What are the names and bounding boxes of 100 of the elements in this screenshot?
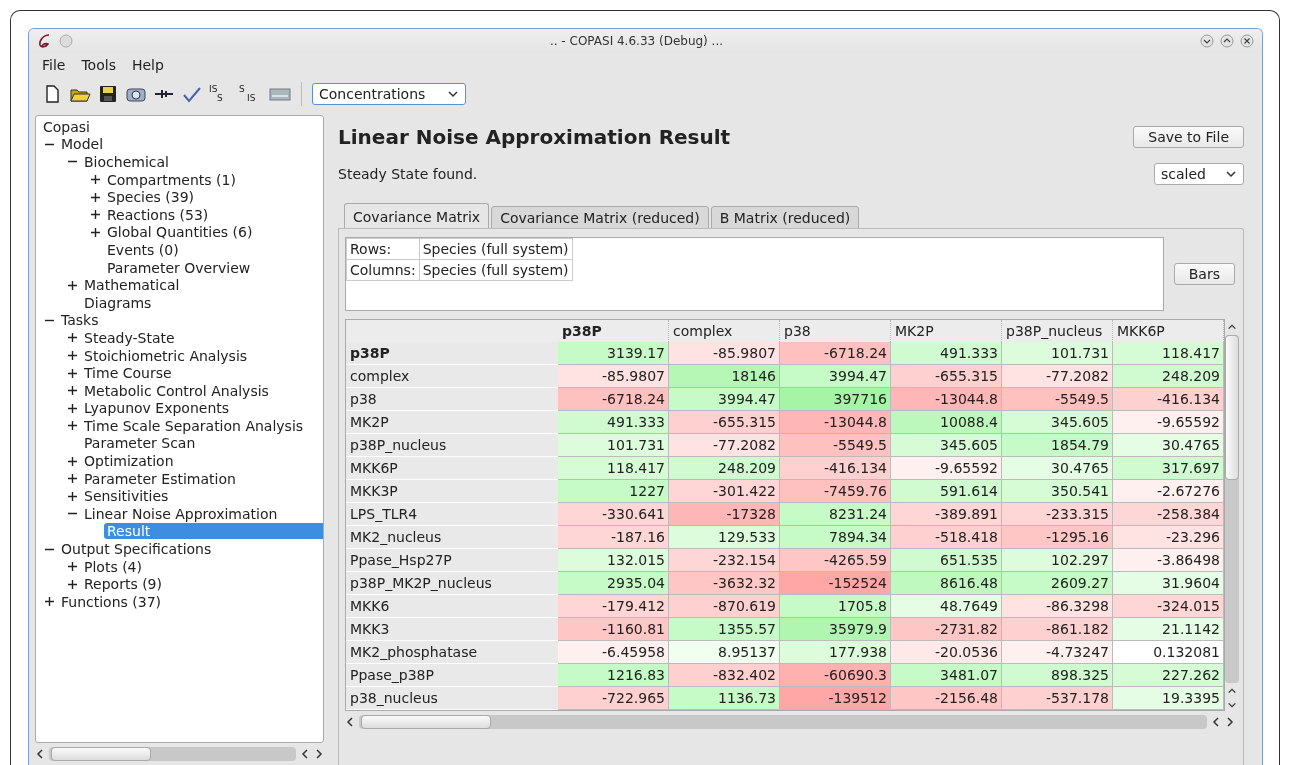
expand-icon[interactable] xyxy=(90,210,100,220)
expand-icon[interactable] xyxy=(67,562,77,572)
tree-item[interactable]: Global Quantities (6) xyxy=(104,224,256,241)
row-header[interactable]: Ppase_p38P xyxy=(346,664,558,687)
tree-item[interactable]: Reactions (53) xyxy=(104,206,212,223)
table-cell: Species (full system) xyxy=(418,238,573,260)
tree-item[interactable]: Lyapunov Exponents xyxy=(81,400,233,417)
maximize-button[interactable] xyxy=(1220,34,1234,48)
row-header[interactable]: p38 xyxy=(346,388,558,411)
tab[interactable]: Covariance Matrix xyxy=(344,203,490,229)
expand-icon[interactable] xyxy=(67,491,77,501)
row-header[interactable]: MKK3P xyxy=(346,480,558,503)
expand-icon[interactable] xyxy=(67,280,77,290)
column-header[interactable]: p38P_nucleus xyxy=(1002,320,1113,342)
scale-dropdown[interactable]: scaled xyxy=(1154,163,1244,185)
row-header[interactable]: Ppase_Hsp27P xyxy=(346,549,558,572)
expand-icon[interactable] xyxy=(67,403,77,413)
table-cell: 317.697 xyxy=(1113,457,1224,480)
tree-item[interactable]: Copasi xyxy=(40,118,93,135)
tree-item[interactable]: Stoichiometric Analysis xyxy=(81,347,251,364)
scroll-left-icon[interactable] xyxy=(300,748,310,760)
column-header[interactable]: p38P xyxy=(558,320,669,342)
tree-item[interactable]: Metabolic Control Analysis xyxy=(81,382,272,399)
row-header[interactable]: p38P_MK2P_nucleus xyxy=(346,572,558,595)
tree-item[interactable]: Parameter Scan xyxy=(81,435,199,452)
expand-icon[interactable] xyxy=(67,456,77,466)
expand-icon[interactable] xyxy=(67,474,77,484)
row-header[interactable]: MKK6 xyxy=(346,595,558,618)
scrollbar-thumb[interactable] xyxy=(51,747,151,761)
row-header[interactable]: MK2_phosphatase xyxy=(346,641,558,664)
expand-icon[interactable] xyxy=(90,192,100,202)
tree-item[interactable]: Parameter Overview xyxy=(104,259,254,276)
table-cell: 3481.07 xyxy=(891,664,1002,687)
tree-item[interactable]: Functions (37) xyxy=(58,593,165,610)
expand-icon[interactable] xyxy=(67,421,77,431)
tree-item[interactable]: Species (39) xyxy=(104,189,198,206)
table-cell: 345.605 xyxy=(891,434,1002,457)
expand-icon[interactable] xyxy=(67,333,77,343)
expand-icon[interactable] xyxy=(44,597,54,607)
tree-item[interactable]: Biochemical xyxy=(81,154,172,170)
conversion-icon[interactable]: S IS xyxy=(239,85,263,103)
tree-item[interactable]: Tasks xyxy=(58,312,102,329)
scrollbar-thumb[interactable] xyxy=(361,715,491,729)
save-icon[interactable] xyxy=(97,83,119,105)
tree-item[interactable]: Output Specifications xyxy=(58,541,215,558)
row-header[interactable]: complex xyxy=(346,365,558,388)
column-header[interactable]: p38 xyxy=(780,320,891,342)
tree-item[interactable]: Mathematical xyxy=(81,277,183,294)
tree-item[interactable]: Parameter Estimation xyxy=(81,470,239,487)
tab[interactable]: B Matrix (reduced) xyxy=(710,206,860,229)
row-header[interactable]: p38P_nucleus xyxy=(346,434,558,457)
menu-item[interactable]: Help xyxy=(124,55,171,75)
scrollbar-track[interactable] xyxy=(359,715,1207,729)
scroll-left-icon[interactable] xyxy=(1211,716,1221,728)
row-header[interactable]: MKK3 xyxy=(346,618,558,641)
scroll-right-icon[interactable] xyxy=(1225,716,1235,728)
tree-item[interactable]: Linear Noise Approximation xyxy=(81,505,281,522)
minimize-button[interactable] xyxy=(1200,34,1214,48)
column-header[interactable]: MKK6P xyxy=(1113,320,1224,342)
scrollbar-track[interactable] xyxy=(1225,335,1239,683)
conversion-icon[interactable]: IS S xyxy=(209,85,233,103)
tree-item[interactable]: Optimization xyxy=(81,453,177,470)
tree-item[interactable]: Reports (9) xyxy=(81,576,165,593)
menu-item[interactable]: Tools xyxy=(74,55,123,75)
tree-item[interactable]: Time Course xyxy=(81,365,175,382)
expand-icon[interactable] xyxy=(67,368,77,378)
table-cell: -832.402 xyxy=(669,664,780,687)
row-header[interactable]: LPS_TLR4 xyxy=(346,503,558,526)
save-to-file-button[interactable]: Save to File xyxy=(1133,126,1244,148)
expand-icon[interactable] xyxy=(90,175,100,185)
tree-item[interactable]: Model xyxy=(58,136,107,153)
tree-item[interactable]: Steady-State xyxy=(81,329,178,346)
column-header[interactable]: complex xyxy=(669,320,780,342)
unit-dropdown[interactable]: Concentrations xyxy=(312,83,466,105)
tree-item[interactable]: Sensitivities xyxy=(81,488,172,505)
row-header[interactable]: p38_nucleus xyxy=(346,687,558,710)
tree-item[interactable]: Plots (4) xyxy=(81,558,145,575)
scroll-right-icon[interactable] xyxy=(314,748,324,760)
expand-icon[interactable] xyxy=(67,351,77,360)
scrollbar-track[interactable] xyxy=(49,747,296,761)
tree-item[interactable]: Compartments (1) xyxy=(104,171,239,188)
expand-icon[interactable] xyxy=(67,579,77,589)
tab[interactable]: Covariance Matrix (reduced) xyxy=(491,206,709,229)
row-header[interactable]: MK2_nucleus xyxy=(346,526,558,549)
column-header[interactable]: MK2P xyxy=(891,320,1002,342)
tree-item[interactable]: Events (0) xyxy=(104,241,182,258)
close-button[interactable] xyxy=(1240,34,1254,48)
table-cell: 1136.73 xyxy=(669,687,780,710)
row-header[interactable]: p38P xyxy=(346,342,558,365)
scroll-left-icon[interactable] xyxy=(35,748,45,760)
scrollbar-thumb[interactable] xyxy=(1225,335,1239,480)
expand-icon[interactable] xyxy=(90,227,100,237)
scroll-left-icon[interactable] xyxy=(345,716,355,728)
bars-button[interactable]: Bars xyxy=(1173,263,1235,285)
expand-icon[interactable] xyxy=(67,386,77,396)
tree-item[interactable]: Time Scale Separation Analysis xyxy=(81,417,307,434)
row-header[interactable]: MKK6P xyxy=(346,457,558,480)
menu-item[interactable]: File xyxy=(35,55,73,75)
row-header[interactable]: MK2P xyxy=(346,411,558,434)
tree-item[interactable]: Diagrams xyxy=(81,294,155,311)
